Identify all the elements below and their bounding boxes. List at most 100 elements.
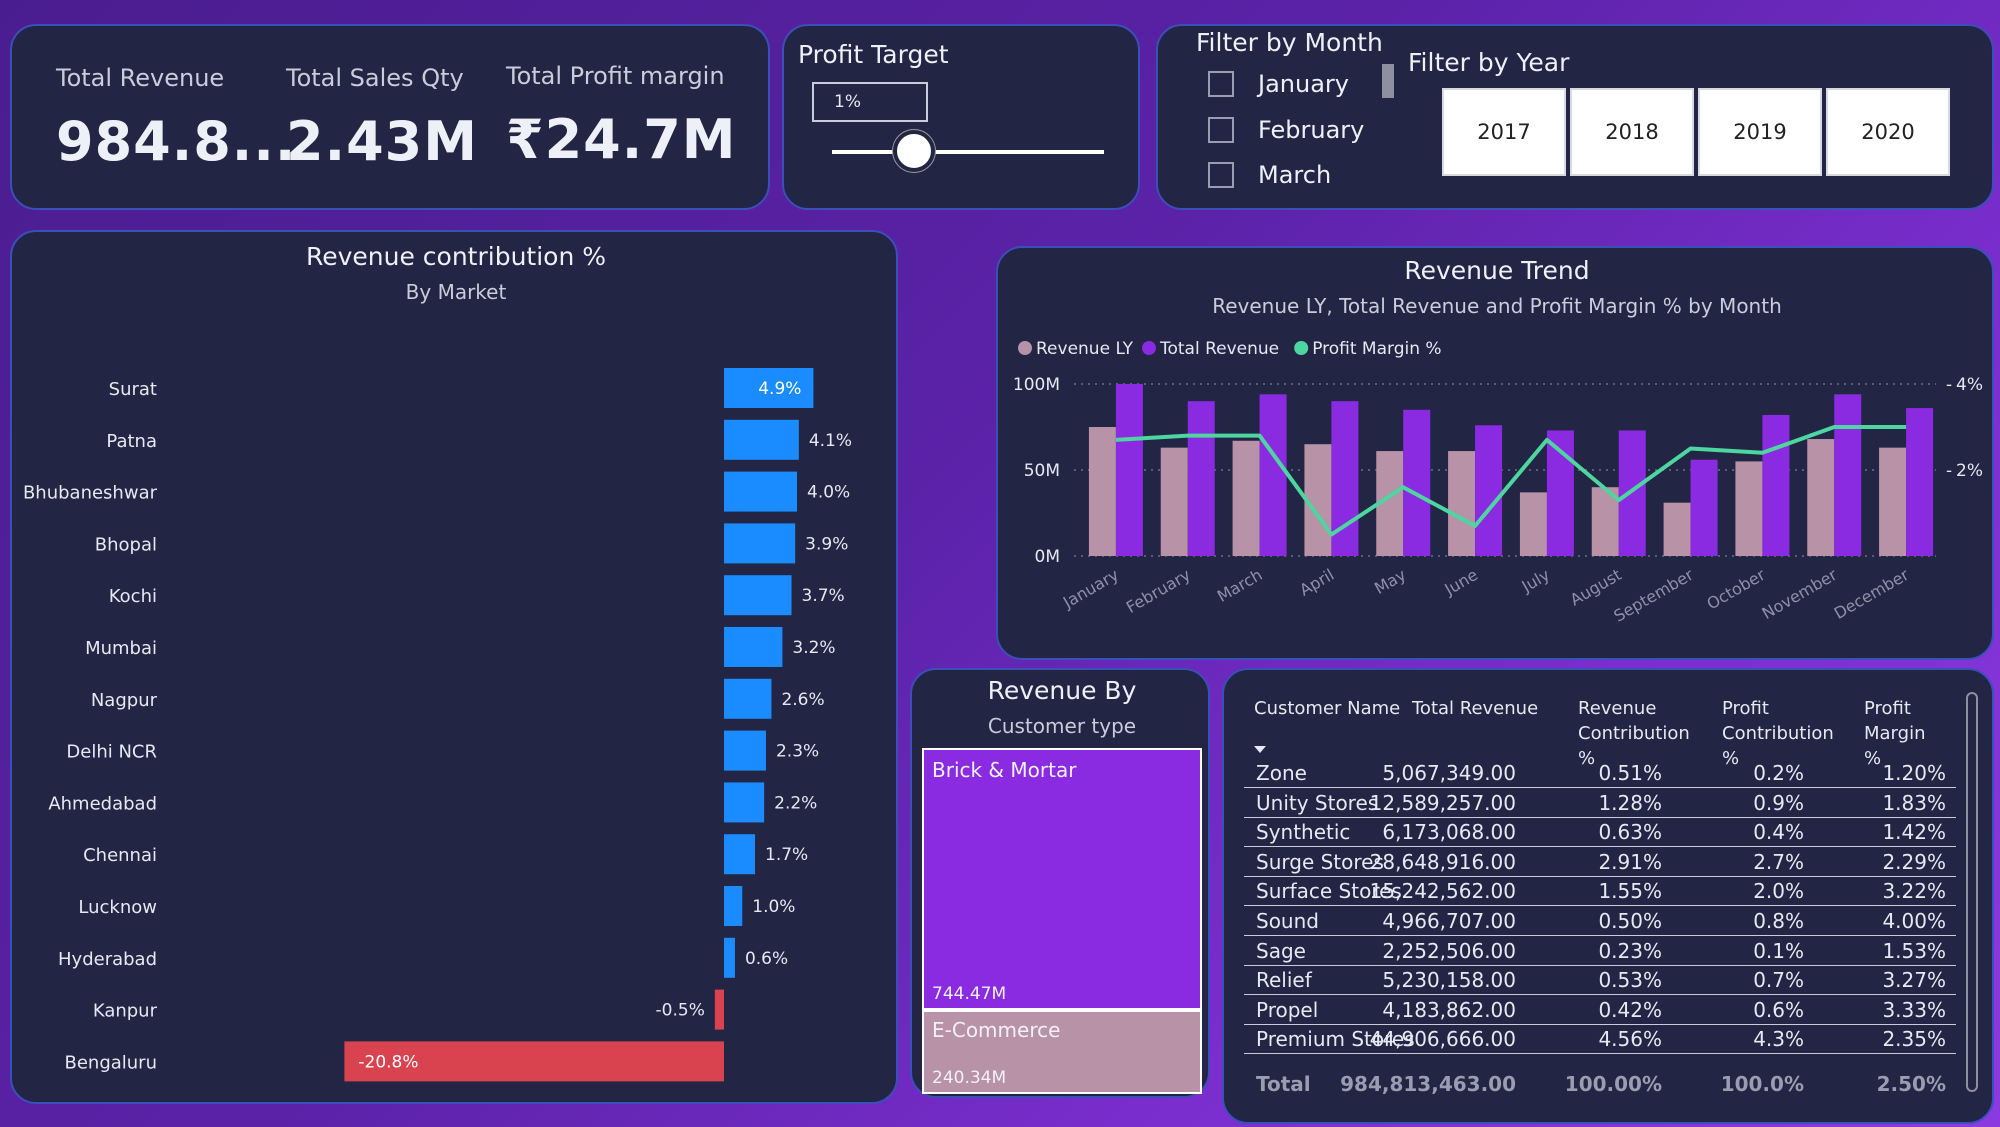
market-data-label: 3.2% xyxy=(792,638,835,658)
kpi-value: 984.8... xyxy=(56,110,297,173)
bar-total-revenue[interactable] xyxy=(1906,408,1934,556)
bar-revenue-ly[interactable] xyxy=(1663,502,1691,556)
market-bar[interactable] xyxy=(724,523,796,564)
bar-total-revenue[interactable] xyxy=(1403,409,1431,556)
bar-total-revenue[interactable] xyxy=(1259,394,1287,556)
treemap-cell-label: E-Commerce xyxy=(932,1017,1061,1042)
year-button-2020[interactable]: 2020 xyxy=(1826,88,1950,176)
bar-total-revenue[interactable] xyxy=(1475,425,1503,556)
market-category-label: Bhopal xyxy=(95,534,157,555)
table-row[interactable]: Surface Stores 15,242,562.00 1.55% 2.0% 3.22… xyxy=(1244,876,1956,907)
table-cell: 1.53% xyxy=(1882,938,1946,963)
table-cell: 28,648,916.00 xyxy=(1369,849,1516,874)
table-row[interactable]: Relief 5,230,158.00 0.53% 0.7% 3.27% xyxy=(1244,965,1956,996)
profit-target-input[interactable]: 1% xyxy=(812,82,928,122)
bar-total-revenue[interactable] xyxy=(1115,384,1143,556)
table-cell: Propel xyxy=(1256,997,1319,1022)
bar-revenue-ly[interactable] xyxy=(1232,440,1260,556)
table-cell: 4.56% xyxy=(1598,1027,1662,1052)
y-tick-left: 100M xyxy=(1013,375,1060,395)
month-option-february[interactable]: February xyxy=(1208,116,1364,144)
market-bar[interactable] xyxy=(724,678,772,719)
bar-revenue-ly[interactable] xyxy=(1807,439,1835,556)
table-cell: Synthetic xyxy=(1256,820,1351,845)
x-tick-label: July xyxy=(1518,565,1553,596)
table-cell: 0.7% xyxy=(1753,968,1804,993)
treemap-cell-brick-mortar[interactable]: Brick & Mortar 744.47M xyxy=(922,748,1202,1010)
year-button-2019[interactable]: 2019 xyxy=(1698,88,1822,176)
market-data-label: 2.2% xyxy=(774,793,817,813)
market-bar[interactable] xyxy=(724,937,735,978)
customer-type-title: Revenue By xyxy=(987,676,1137,705)
table-row[interactable]: Unity Stores 12,589,257.00 1.28% 0.9% 1.83% xyxy=(1244,788,1956,818)
year-button-2017[interactable]: 2017 xyxy=(1442,88,1566,176)
year-button-2018[interactable]: 2018 xyxy=(1570,88,1694,176)
bar-total-revenue[interactable] xyxy=(1187,401,1215,556)
market-data-label: 0.6% xyxy=(745,949,788,969)
table-total-cell: 984,813,463.00 xyxy=(1340,1072,1516,1096)
table-cell: 0.42% xyxy=(1598,997,1662,1022)
month-option-march[interactable]: March xyxy=(1208,161,1331,189)
kpi-total-sales-qty: Total Sales Qty 2.43M xyxy=(286,64,478,173)
x-tick-label: January xyxy=(1059,565,1122,612)
market-bar[interactable] xyxy=(724,575,792,616)
table-cell: 0.4% xyxy=(1753,820,1804,845)
table-cell: 0.53% xyxy=(1598,968,1662,993)
bar-revenue-ly[interactable] xyxy=(1160,447,1188,556)
month-option-january[interactable]: January xyxy=(1208,70,1349,98)
table-cell: 0.63% xyxy=(1598,820,1662,845)
profit-target-slider-thumb[interactable] xyxy=(892,130,935,172)
market-bar[interactable] xyxy=(724,730,766,771)
legend-label[interactable]: Revenue LY xyxy=(1036,339,1134,359)
market-category-label: Surat xyxy=(109,379,157,400)
treemap-cell-label: Brick & Mortar xyxy=(932,758,1077,782)
bar-revenue-ly[interactable] xyxy=(1519,492,1547,556)
x-tick-label: March xyxy=(1214,565,1266,606)
table-scrollbar[interactable] xyxy=(1966,692,1978,1092)
market-category-label: Bengaluru xyxy=(64,1052,157,1073)
table-row[interactable]: Sound 4,966,707.00 0.50% 0.8% 4.00% xyxy=(1244,906,1956,936)
market-data-label: 4.9% xyxy=(758,379,801,399)
y-tick-right: 4% xyxy=(1956,375,1983,395)
table-row[interactable]: Synthetic 6,173,068.00 0.63% 0.4% 1.42% xyxy=(1244,817,1956,848)
bar-total-revenue[interactable] xyxy=(1690,459,1718,556)
table-row[interactable]: Zone 5,067,349.00 0.51% 0.2% 1.20% xyxy=(1244,758,1956,788)
bar-revenue-ly[interactable] xyxy=(1735,461,1763,556)
market-bar[interactable] xyxy=(724,627,783,667)
market-bar[interactable] xyxy=(724,471,797,512)
market-bar[interactable] xyxy=(724,419,799,460)
market-bar[interactable] xyxy=(724,782,765,823)
filter-year-title: Filter by Year xyxy=(1408,48,1570,77)
bar-total-revenue[interactable] xyxy=(1762,414,1790,556)
bar-revenue-ly[interactable] xyxy=(1448,451,1476,556)
checkbox[interactable] xyxy=(1208,71,1234,97)
table-row[interactable]: Sage 2,252,506.00 0.23% 0.1% 1.53% xyxy=(1244,936,1956,966)
market-bar[interactable] xyxy=(724,886,743,926)
y-tick-right-dash: - xyxy=(1946,375,1952,395)
market-bar[interactable] xyxy=(714,989,724,1030)
bar-total-revenue[interactable] xyxy=(1618,430,1646,556)
profit-target-slider[interactable] xyxy=(832,150,1104,154)
table-row[interactable]: Surge Stores 28,648,916.00 2.91% 2.7% 2.29% xyxy=(1244,847,1956,877)
market-data-label: -0.5% xyxy=(656,1001,705,1021)
y-tick-left: 0M xyxy=(1035,547,1060,567)
bar-revenue-ly[interactable] xyxy=(1088,427,1116,556)
checkbox[interactable] xyxy=(1208,162,1234,188)
customer-type-card: Revenue By Customer type Brick & Mortar … xyxy=(910,668,1210,1098)
table-cell: 0.50% xyxy=(1598,909,1662,933)
bar-total-revenue[interactable] xyxy=(1834,394,1862,556)
table-total-cell: 100.0% xyxy=(1720,1072,1804,1096)
treemap-cell-e-commerce[interactable]: E-Commerce 240.34M xyxy=(922,1009,1202,1094)
month-list-scrollbar[interactable] xyxy=(1382,64,1394,98)
table-row[interactable]: Premium Stores 44,906,666.00 4.56% 4.3% 2.35… xyxy=(1244,1024,1956,1055)
kpi-total-profit-margin: Total Profit margin ₹24.7M xyxy=(506,62,737,171)
table-row[interactable]: Propel 4,183,862.00 0.42% 0.6% 3.33% xyxy=(1244,995,1956,1025)
bar-revenue-ly[interactable] xyxy=(1879,447,1907,556)
filter-month-title: Filter by Month xyxy=(1196,28,1383,57)
checkbox[interactable] xyxy=(1208,117,1234,143)
market-data-label: 4.1% xyxy=(809,431,852,451)
legend-label[interactable]: Profit Margin % xyxy=(1312,339,1441,359)
legend-label[interactable]: Total Revenue xyxy=(1159,339,1279,359)
table-cell: 2.7% xyxy=(1753,849,1804,874)
market-bar[interactable] xyxy=(724,834,756,875)
